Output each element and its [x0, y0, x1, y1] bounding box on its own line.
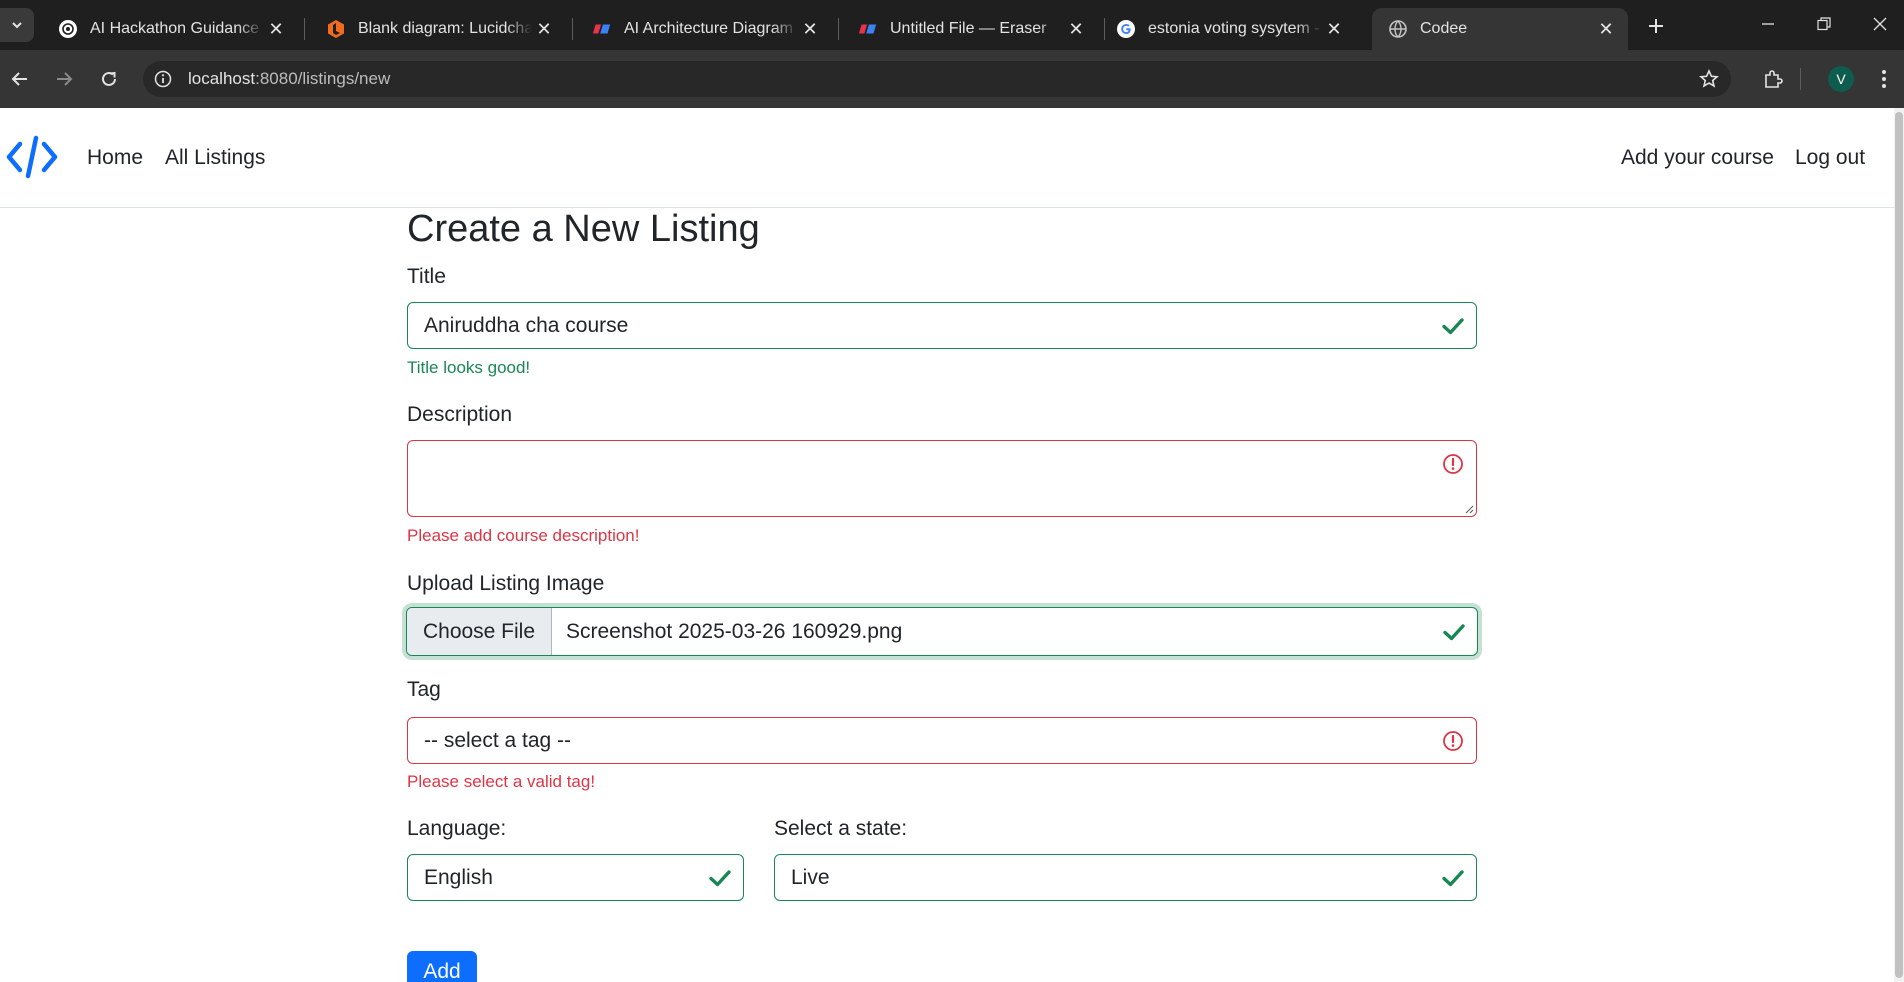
extensions-button[interactable]: [1756, 62, 1790, 96]
tab-google-search[interactable]: estonia voting sysytem - G ✕: [1100, 8, 1356, 50]
check-icon: [708, 866, 732, 890]
tag-selected-value: -- select a tag --: [424, 728, 572, 752]
url-path: :8080/listings/new: [255, 69, 391, 88]
tab-ai-architecture[interactable]: AI Architecture Diagram Ge ✕: [576, 8, 832, 50]
url-text: localhost:8080/listings/new: [188, 69, 390, 89]
minimize-button[interactable]: [1748, 8, 1788, 40]
nav-link-all-listings[interactable]: All Listings: [165, 146, 265, 170]
toolbar-divider: [1800, 68, 1801, 90]
tab-title: estonia voting sysytem - G: [1148, 20, 1322, 37]
tag-invalid-feedback: Please select a valid tag!: [407, 772, 596, 791]
browser-menu-button[interactable]: [1867, 62, 1901, 96]
close-icon[interactable]: ✕: [532, 17, 556, 41]
resize-handle-icon[interactable]: [1464, 504, 1474, 514]
new-tab-button[interactable]: [1642, 12, 1670, 40]
tab-title: Untitled File — Eraser: [890, 20, 1047, 37]
image-file-input[interactable]: Choose File Screenshot 2025-03-26 160929…: [406, 607, 1478, 656]
state-select[interactable]: Live: [774, 854, 1477, 901]
restore-button[interactable]: [1804, 8, 1844, 40]
title-input[interactable]: Aniruddha cha course: [407, 302, 1477, 349]
title-label: Title: [407, 265, 446, 288]
forward-button[interactable]: [47, 62, 81, 96]
minimize-icon: [1762, 23, 1774, 25]
tab-title: Blank diagram: Lucidchart: [358, 20, 532, 37]
eraser-icon: [592, 19, 612, 39]
bookmark-star-button[interactable]: [1692, 62, 1726, 96]
tab-eraser[interactable]: Untitled File — Eraser ✕: [842, 8, 1098, 50]
chevron-down-icon: [12, 22, 22, 29]
plus-icon: [1649, 19, 1663, 33]
title-value: Aniruddha cha course: [424, 313, 629, 337]
close-icon[interactable]: ✕: [798, 17, 822, 41]
page-title: Create a New Listing: [407, 208, 760, 250]
tab-divider: [304, 18, 305, 40]
close-icon[interactable]: ✕: [1064, 17, 1088, 41]
state-selected-value: Live: [791, 865, 830, 889]
check-icon: [1442, 620, 1466, 644]
globe-icon: [1388, 19, 1408, 39]
back-button[interactable]: [3, 62, 37, 96]
tab-title: AI Hackathon Guidance Ne: [90, 20, 264, 37]
site-info-icon[interactable]: [150, 66, 176, 92]
close-icon[interactable]: ✕: [1322, 17, 1346, 41]
exclamation-circle-icon: [1441, 729, 1465, 753]
nav-link-add-course[interactable]: Add your course: [1621, 146, 1774, 170]
openai-icon: [58, 19, 78, 39]
tab-ai-hackathon[interactable]: AI Hackathon Guidance Ne ✕: [42, 8, 298, 50]
url-host: localhost: [188, 69, 256, 88]
exclamation-circle-icon: [1441, 452, 1465, 476]
add-button[interactable]: Add: [407, 951, 477, 982]
close-window-button[interactable]: [1860, 8, 1900, 40]
state-label: Select a state:: [774, 817, 908, 840]
check-icon: [1441, 314, 1465, 338]
description-invalid-feedback: Please add course description!: [407, 526, 640, 545]
description-label: Description: [407, 403, 513, 426]
lucidchart-icon: [326, 19, 346, 39]
choose-file-button[interactable]: Choose File: [407, 608, 552, 655]
tab-search-button[interactable]: [0, 8, 34, 42]
title-valid-feedback: Title looks good!: [407, 358, 531, 377]
tab-lucidchart[interactable]: Blank diagram: Lucidchart ✕: [310, 8, 566, 50]
reload-button[interactable]: [92, 62, 126, 96]
image-label: Upload Listing Image: [407, 572, 605, 595]
selected-file-name: Screenshot 2025-03-26 160929.png: [566, 619, 903, 643]
language-select[interactable]: English: [407, 854, 744, 901]
page-content: Home All Listings Add your course Log ou…: [0, 108, 1894, 982]
close-icon[interactable]: ✕: [1594, 17, 1618, 41]
close-icon[interactable]: ✕: [264, 17, 288, 41]
close-icon: [1873, 17, 1887, 31]
code-brackets-icon[interactable]: [6, 134, 58, 180]
tab-divider: [572, 18, 573, 40]
tag-select[interactable]: -- select a tag --: [407, 717, 1477, 764]
nav-link-home[interactable]: Home: [87, 146, 143, 170]
restore-icon: [1817, 17, 1831, 31]
arrow-left-icon: [11, 72, 27, 86]
check-icon: [1441, 866, 1465, 890]
star-icon: [1699, 69, 1719, 88]
tag-label: Tag: [407, 678, 441, 701]
eraser-icon: [858, 19, 878, 39]
google-icon: [1116, 19, 1136, 39]
more-vertical-icon: [1882, 70, 1886, 88]
description-textarea[interactable]: [407, 440, 1477, 517]
language-selected-value: English: [424, 865, 493, 889]
nav-link-log-out[interactable]: Log out: [1795, 146, 1865, 170]
tab-divider: [838, 18, 839, 40]
tab-codee[interactable]: Codee ✕: [1372, 8, 1628, 50]
reload-icon: [102, 71, 116, 86]
language-label: Language:: [407, 817, 507, 840]
arrow-right-icon: [57, 72, 73, 86]
scrollbar-thumb[interactable]: [1895, 112, 1903, 978]
profile-avatar[interactable]: V: [1828, 66, 1854, 92]
tab-title: Codee: [1420, 20, 1468, 37]
site-navbar: Home All Listings Add your course Log ou…: [0, 108, 1894, 208]
puzzle-icon: [1765, 70, 1783, 88]
tab-title: AI Architecture Diagram Ge: [624, 20, 798, 37]
